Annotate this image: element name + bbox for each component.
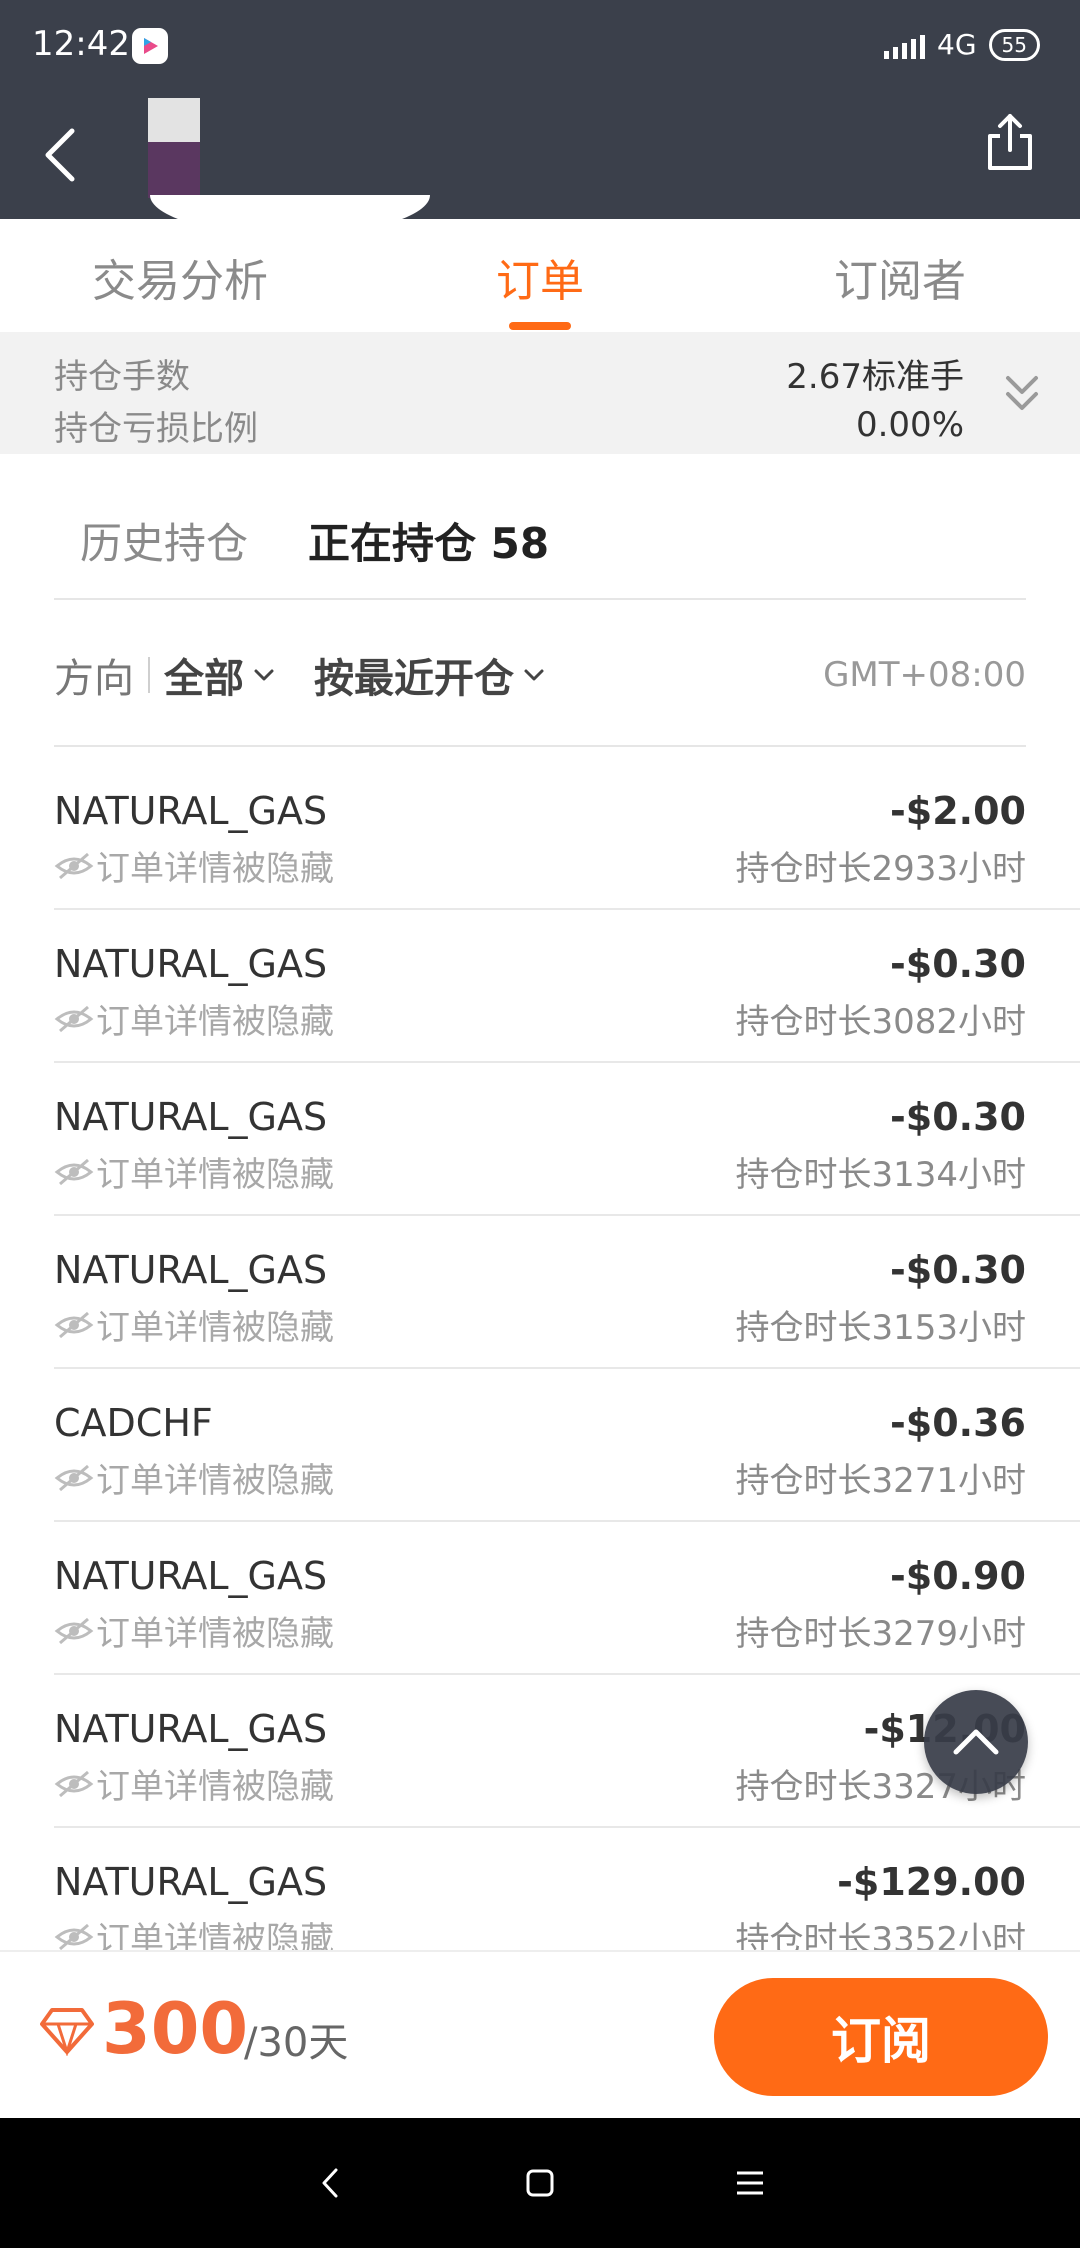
chevron-up-icon xyxy=(953,1729,999,1755)
order-hidden-note: 订单详情被隐藏 xyxy=(54,1759,334,1808)
main-tabs: 交易分析 订单 订阅者 xyxy=(0,232,1080,332)
order-pnl: -$0.30 xyxy=(890,1248,1026,1292)
status-indicators: 4G 55 xyxy=(884,28,1040,61)
scroll-to-top-button[interactable] xyxy=(924,1690,1028,1794)
order-duration: 持仓时长3134小时 xyxy=(735,1155,1026,1195)
expand-summary-button[interactable] xyxy=(1002,372,1042,416)
order-symbol: NATURAL_GAS xyxy=(54,1248,328,1292)
chevron-left-icon xyxy=(45,128,75,182)
loss-ratio-label: 持仓亏损比例 xyxy=(54,408,258,449)
order-row[interactable]: NATURAL_GAS 订单详情被隐藏 -$12.00 持仓时长3327小时 xyxy=(0,1675,1080,1828)
order-duration: 持仓时长2933小时 xyxy=(735,849,1026,889)
order-hidden-note: 订单详情被隐藏 xyxy=(54,1300,334,1349)
order-row[interactable]: CADCHF 订单详情被隐藏 -$0.36 持仓时长3271小时 xyxy=(0,1369,1080,1522)
subscription-period: /30天 xyxy=(244,2020,349,2066)
nav-menu-icon xyxy=(737,2171,763,2195)
app-notification-icon xyxy=(132,28,168,64)
signal-icon xyxy=(884,31,926,59)
diamond-icon xyxy=(40,2008,94,2056)
lots-label: 持仓手数 xyxy=(54,356,190,397)
back-button[interactable] xyxy=(34,120,84,190)
tab-trade-analysis[interactable]: 交易分析 xyxy=(0,232,360,332)
direction-label: 方向 xyxy=(54,656,134,702)
status-time: 12:42 xyxy=(32,24,130,64)
order-symbol: NATURAL_GAS xyxy=(54,1707,328,1751)
order-hidden-note: 订单详情被隐藏 xyxy=(54,1606,334,1655)
order-duration: 持仓时长3279小时 xyxy=(735,1614,1026,1654)
order-row[interactable]: NATURAL_GAS 订单详情被隐藏 -$0.30 持仓时长3153小时 xyxy=(0,1216,1080,1369)
tab-history-positions[interactable]: 历史持仓 xyxy=(80,510,248,571)
timezone-label: GMT+08:00 xyxy=(823,655,1026,695)
eye-off-icon xyxy=(54,1923,94,1950)
sort-value: 按最近开仓 xyxy=(314,656,514,702)
nav-home-button[interactable] xyxy=(520,2163,560,2203)
tab-current-positions[interactable]: 正在持仓 58 xyxy=(308,510,549,571)
order-hidden-note: 订单详情被隐藏 xyxy=(54,841,334,890)
battery-icon: 55 xyxy=(988,28,1040,61)
eye-off-icon xyxy=(54,1464,94,1491)
order-symbol: NATURAL_GAS xyxy=(54,942,328,986)
loss-ratio-row: 持仓亏损比例 0.00% xyxy=(54,400,964,450)
active-tab-indicator xyxy=(509,322,571,330)
eye-off-icon xyxy=(54,1158,94,1185)
order-row[interactable]: NATURAL_GAS 订单详情被隐藏 -$0.30 持仓时长3082小时 xyxy=(0,910,1080,1063)
orders-list: NATURAL_GAS 订单详情被隐藏 -$2.00 持仓时长2933小时 NA… xyxy=(0,757,1080,1981)
lots-row: 持仓手数 2.67标准手 xyxy=(54,348,964,398)
order-symbol: NATURAL_GAS xyxy=(54,789,328,833)
chevron-down-icon xyxy=(254,669,274,681)
order-pnl: -$0.30 xyxy=(890,1095,1026,1139)
nav-home-icon xyxy=(526,2169,554,2197)
obscured-name xyxy=(150,195,430,235)
order-symbol: NATURAL_GAS xyxy=(54,1860,328,1904)
share-icon xyxy=(988,114,1032,170)
direction-dropdown[interactable]: 全部 xyxy=(164,646,276,704)
filter-bar: 方向 全部 按最近开仓 GMT+08:00 xyxy=(54,640,1026,710)
order-symbol: CADCHF xyxy=(54,1401,213,1445)
order-pnl: -$0.36 xyxy=(890,1401,1026,1445)
filter-separator xyxy=(148,657,150,693)
order-pnl: -$0.30 xyxy=(890,942,1026,986)
divider xyxy=(54,745,1026,747)
eye-off-icon xyxy=(54,1617,94,1644)
avatar[interactable] xyxy=(148,98,200,198)
eye-off-icon xyxy=(54,1311,94,1338)
order-hidden-note: 订单详情被隐藏 xyxy=(54,1453,334,1502)
lots-value: 2.67标准手 xyxy=(786,356,964,397)
subscribe-bar: 300 /30天 订阅 xyxy=(0,1950,1080,2118)
order-duration: 持仓时长3153小时 xyxy=(735,1308,1026,1348)
order-row[interactable]: NATURAL_GAS 订单详情被隐藏 -$2.00 持仓时长2933小时 xyxy=(0,757,1080,910)
tab-orders[interactable]: 订单 xyxy=(360,232,720,332)
order-row[interactable]: NATURAL_GAS 订单详情被隐藏 -$0.90 持仓时长3279小时 xyxy=(0,1522,1080,1675)
direction-value: 全部 xyxy=(164,656,244,702)
page: 12:42 4G 55 交易分析 订单 订阅者 持仓手数 2.67标准手 持仓亏… xyxy=(0,0,1080,2248)
order-pnl: -$129.00 xyxy=(837,1860,1026,1904)
order-hidden-note: 订单详情被隐藏 xyxy=(54,994,334,1043)
position-subtabs: 历史持仓 正在持仓 58 xyxy=(80,510,549,571)
order-symbol: NATURAL_GAS xyxy=(54,1095,328,1139)
order-row[interactable]: NATURAL_GAS 订单详情被隐藏 -$0.30 持仓时长3134小时 xyxy=(0,1063,1080,1216)
order-hidden-note: 订单详情被隐藏 xyxy=(54,1147,334,1196)
order-duration: 持仓时长3082小时 xyxy=(735,1002,1026,1042)
order-pnl: -$2.00 xyxy=(890,789,1026,833)
eye-off-icon xyxy=(54,1005,94,1032)
double-chevron-down-icon xyxy=(1006,376,1038,410)
share-button[interactable] xyxy=(980,110,1040,174)
nav-back-icon xyxy=(322,2168,338,2198)
network-type: 4G xyxy=(937,28,977,61)
tab-subscribers[interactable]: 订阅者 xyxy=(720,232,1080,332)
loss-ratio-value: 0.00% xyxy=(855,405,964,445)
chevron-down-icon xyxy=(524,669,544,681)
eye-off-icon xyxy=(54,852,94,879)
eye-off-icon xyxy=(54,1770,94,1797)
nav-back-button[interactable] xyxy=(310,2163,350,2203)
divider xyxy=(54,598,1026,600)
system-nav-bar xyxy=(0,2118,1080,2248)
sort-dropdown[interactable]: 按最近开仓 xyxy=(314,646,546,704)
subscription-price: 300 xyxy=(102,1988,249,2070)
order-pnl: -$0.90 xyxy=(890,1554,1026,1598)
order-duration: 持仓时长3271小时 xyxy=(735,1461,1026,1501)
subscribe-button[interactable]: 订阅 xyxy=(714,1978,1048,2096)
nav-recents-button[interactable] xyxy=(730,2163,770,2203)
order-symbol: NATURAL_GAS xyxy=(54,1554,328,1598)
